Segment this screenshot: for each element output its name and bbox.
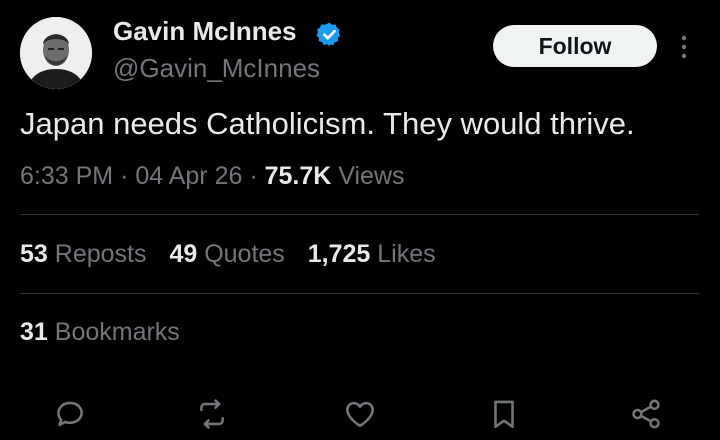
bookmark-button[interactable] [484, 394, 524, 434]
more-vertical-icon[interactable] [676, 33, 692, 61]
bookmark-icon [494, 400, 514, 429]
tweet-time[interactable]: 6:33 PM [20, 162, 113, 190]
likes-count: 1,725 [307, 240, 371, 268]
verified-badge-icon [316, 22, 341, 47]
reply-icon [57, 401, 83, 427]
reposts-count: 53 [20, 240, 48, 268]
bookmarks-stat[interactable]: 31 Bookmarks [20, 318, 180, 347]
avatar[interactable] [20, 17, 92, 89]
bookmarks-count: 31 [20, 318, 48, 346]
reposts-stat[interactable]: 53 Reposts [20, 240, 146, 269]
like-button[interactable] [340, 394, 380, 434]
likes-stat[interactable]: 1,725 Likes [308, 240, 436, 269]
engagement-stats: 53 Reposts 49 Quotes 1,725 Likes [20, 240, 436, 269]
share-button[interactable] [626, 394, 666, 434]
reply-button[interactable] [50, 394, 90, 434]
views-count[interactable]: 75.7K [265, 162, 332, 190]
quotes-label: Quotes [204, 240, 285, 268]
views-label[interactable]: Views [338, 162, 404, 190]
quotes-count: 49 [169, 240, 198, 268]
follow-button[interactable]: Follow [493, 25, 657, 67]
divider [20, 293, 699, 294]
likes-label: Likes [377, 240, 436, 268]
tweet-meta: 6:33 PM · 04 Apr 26 · 75.7K Views [20, 162, 405, 191]
divider [20, 214, 699, 215]
bookmarks-label: Bookmarks [54, 318, 180, 346]
tweet-text: Japan needs Catholicism. They would thri… [20, 106, 635, 141]
avatar-photo [20, 17, 92, 89]
share-icon [632, 399, 660, 429]
meta-separator: · [249, 162, 258, 190]
meta-separator: · [120, 162, 129, 190]
quotes-stat[interactable]: 49 Quotes [169, 240, 284, 269]
tweet-date[interactable]: 04 Apr 26 [135, 162, 242, 190]
handle[interactable]: @Gavin_McInnes [113, 53, 320, 84]
reposts-label: Reposts [54, 240, 147, 268]
repost-icon [200, 399, 224, 429]
display-name[interactable]: Gavin McInnes [113, 16, 297, 47]
repost-button[interactable] [192, 394, 232, 434]
like-icon [346, 401, 374, 428]
